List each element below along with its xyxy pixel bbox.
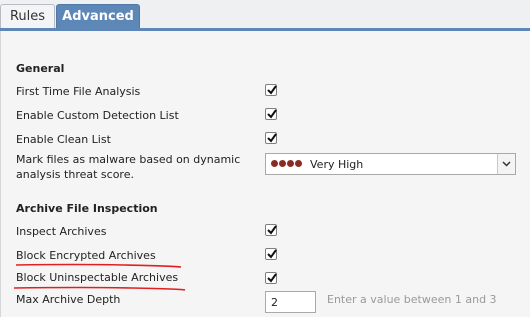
enable-custom-detection-list-label: Enable Custom Detection List: [16, 109, 179, 122]
threat-dot-icon: [271, 160, 278, 167]
enable-custom-detection-list-checkbox[interactable]: [265, 108, 277, 120]
block-uninspectable-archives-checkbox[interactable]: [265, 272, 277, 284]
tab-bar: Rules Advanced: [0, 0, 530, 29]
checkmark-icon: [267, 225, 277, 235]
threat-score-label-line1: Mark files as malware based on dynamic: [16, 153, 241, 166]
chevron-down-icon: [502, 161, 511, 167]
threat-score-label: Mark files as malware based on dynamic a…: [16, 152, 240, 182]
red-annotation-underline: [15, 263, 182, 268]
threat-score-select[interactable]: Very High: [265, 153, 516, 175]
threat-dot-icon: [287, 160, 294, 167]
tab-advanced[interactable]: Advanced: [56, 4, 140, 29]
threat-score-value: Very High: [310, 158, 364, 171]
enable-clean-list-label: Enable Clean List: [16, 133, 111, 146]
threat-score-dropdown-button[interactable]: [497, 154, 515, 174]
block-encrypted-archives-label: Block Encrypted Archives: [16, 249, 156, 262]
threat-score-label-line2: analysis threat score.: [16, 168, 134, 181]
enable-clean-list-checkbox[interactable]: [265, 132, 277, 144]
inspect-archives-label: Inspect Archives: [16, 225, 107, 238]
checkmark-icon: [267, 85, 277, 95]
threat-level-indicator: [271, 160, 303, 169]
inspect-archives-checkbox[interactable]: [265, 224, 277, 236]
block-encrypted-archives-checkbox[interactable]: [265, 248, 277, 260]
threat-dot-icon: [295, 160, 302, 167]
section-title-archive-file-inspection: Archive File Inspection: [16, 202, 158, 215]
threat-dot-icon: [279, 160, 286, 167]
max-archive-depth-label: Max Archive Depth: [16, 293, 121, 306]
first-time-file-analysis-checkbox[interactable]: [265, 84, 277, 96]
section-title-general: General: [16, 62, 65, 75]
tab-rules[interactable]: Rules: [0, 4, 55, 29]
red-annotation-underline: [13, 286, 186, 291]
checkmark-icon: [267, 273, 277, 283]
max-archive-depth-hint: Enter a value between 1 and 3: [327, 293, 497, 306]
first-time-file-analysis-label: First Time File Analysis: [16, 85, 141, 98]
checkmark-icon: [267, 133, 277, 143]
block-uninspectable-archives-label: Block Uninspectable Archives: [16, 271, 179, 284]
checkmark-icon: [267, 109, 277, 119]
checkmark-icon: [267, 249, 277, 259]
max-archive-depth-input[interactable]: [265, 291, 316, 313]
